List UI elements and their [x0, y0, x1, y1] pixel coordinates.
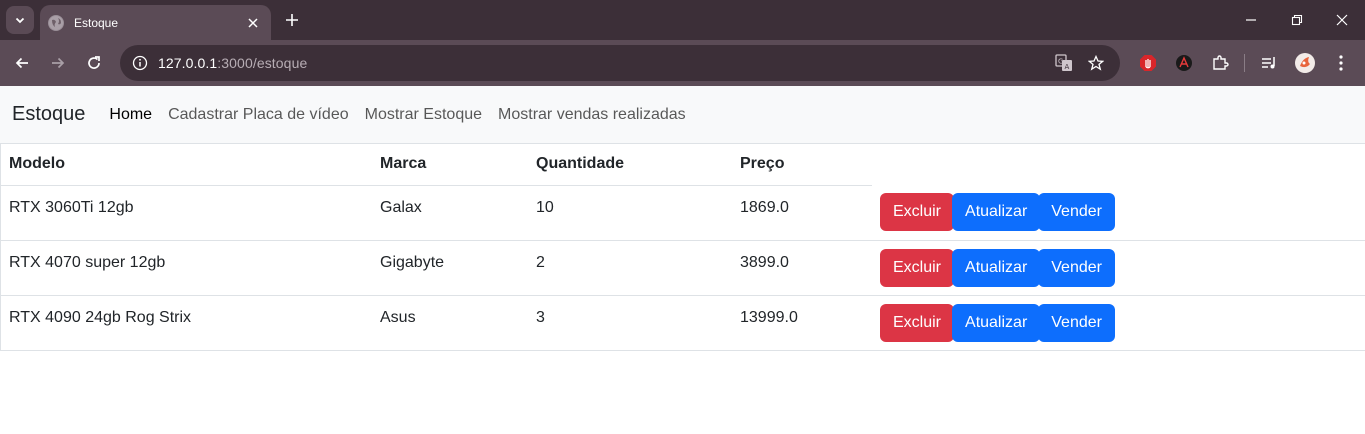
reload-button[interactable]	[80, 49, 108, 77]
arrow-right-icon	[52, 57, 65, 69]
chevron-down-icon	[15, 17, 25, 24]
reload-icon	[88, 56, 100, 69]
update-button[interactable]: Atualizar	[952, 303, 1041, 342]
browser-toolbar: 127.0.0.1:3000/estoque GA	[0, 40, 1365, 86]
new-tab-button[interactable]	[280, 8, 304, 32]
bookmark-star-icon[interactable]	[1080, 45, 1112, 81]
translate-icon[interactable]: GA	[1048, 45, 1080, 81]
column-header-preco: Preço	[732, 144, 872, 186]
profile-avatar[interactable]	[1287, 49, 1323, 77]
delete-button[interactable]: Excluir	[880, 303, 955, 342]
cell-preco: 3899.0	[732, 240, 872, 296]
column-header-marca: Marca	[372, 144, 528, 186]
arrow-left-icon	[15, 57, 28, 69]
stock-table: Modelo Marca Quantidade Preço RTX 3060Ti…	[1, 144, 1365, 351]
nav-link-vendas[interactable]: Mostrar vendas realizadas	[498, 106, 686, 124]
cell-preco: 1869.0	[732, 185, 872, 241]
kebab-menu-icon[interactable]	[1323, 49, 1359, 77]
browser-tabstrip: Estoque	[0, 0, 1365, 40]
puzzle-extensions-icon[interactable]	[1202, 49, 1238, 77]
nav-link-mostrar-estoque[interactable]: Mostrar Estoque	[365, 106, 482, 124]
plus-icon	[286, 14, 298, 26]
site-navbar: Estoque Home Cadastrar Placa de vídeo Mo…	[0, 86, 1365, 144]
sell-button[interactable]: Vender	[1038, 193, 1115, 231]
acrobat-extension-icon[interactable]	[1166, 49, 1202, 77]
browser-tab[interactable]: Estoque	[40, 5, 271, 40]
tab-search-button[interactable]	[6, 6, 34, 34]
svg-text:G: G	[1058, 58, 1063, 66]
cell-marca: Asus	[372, 295, 528, 351]
restore-button[interactable]	[1274, 0, 1320, 40]
tab-title: Estoque	[74, 15, 119, 30]
cell-modelo: RTX 4070 super 12gb	[1, 240, 372, 296]
restore-icon	[1291, 14, 1303, 26]
sell-button[interactable]: Vender	[1038, 303, 1115, 342]
table-header-row: Modelo Marca Quantidade Preço	[1, 144, 1365, 186]
delete-button[interactable]: Excluir	[880, 193, 955, 231]
minimize-icon	[1246, 19, 1256, 21]
stop-hand-extension-icon[interactable]	[1130, 49, 1166, 77]
info-icon[interactable]	[128, 51, 152, 75]
close-icon	[1336, 14, 1348, 26]
cell-quantidade: 10	[528, 185, 732, 241]
update-button[interactable]: Atualizar	[952, 248, 1041, 287]
extensions-bar	[1130, 49, 1359, 77]
delete-button[interactable]: Excluir	[880, 248, 955, 287]
table-row: RTX 3060Ti 12gb Galax 10 1869.0 Excluir A…	[1, 185, 1365, 241]
stock-table-wrapper: Modelo Marca Quantidade Preço RTX 3060Ti…	[0, 144, 1365, 351]
close-window-button[interactable]	[1319, 0, 1365, 40]
cell-modelo: RTX 3060Ti 12gb	[1, 185, 372, 241]
cell-modelo: RTX 4090 24gb Rog Strix	[1, 295, 372, 351]
cell-actions: Excluir Atualizar Vender	[872, 295, 1365, 351]
cell-quantidade: 3	[528, 295, 732, 351]
navbar-brand[interactable]: Estoque	[12, 103, 85, 126]
globe-icon	[48, 14, 64, 31]
nav-link-home[interactable]: Home	[109, 106, 152, 124]
address-bar[interactable]: 127.0.0.1:3000/estoque GA	[120, 45, 1120, 81]
cell-preco: 13999.0	[732, 295, 872, 351]
sell-button[interactable]: Vender	[1038, 248, 1115, 287]
cell-marca: Gigabyte	[372, 240, 528, 296]
url-text: 127.0.0.1:3000/estoque	[158, 55, 308, 71]
cell-actions: Excluir Atualizar Vender	[872, 185, 1365, 241]
toolbar-divider	[1244, 54, 1245, 72]
cell-marca: Galax	[372, 185, 528, 241]
back-button[interactable]	[8, 49, 36, 77]
column-header-actions	[872, 144, 1365, 185]
minimize-button[interactable]	[1228, 0, 1274, 40]
column-header-quantidade: Quantidade	[528, 144, 732, 186]
table-row: RTX 4090 24gb Rog Strix Asus 3 13999.0 E…	[1, 295, 1365, 351]
media-queue-icon[interactable]	[1251, 49, 1287, 77]
close-tab-icon[interactable]	[245, 15, 261, 31]
column-header-modelo: Modelo	[1, 144, 372, 186]
nav-link-cadastrar[interactable]: Cadastrar Placa de vídeo	[168, 106, 349, 124]
svg-text:A: A	[1065, 63, 1070, 71]
page-content: Estoque Home Cadastrar Placa de vídeo Mo…	[0, 86, 1365, 434]
update-button[interactable]: Atualizar	[952, 193, 1041, 231]
cell-quantidade: 2	[528, 240, 732, 296]
forward-button[interactable]	[44, 49, 72, 77]
table-row: RTX 4070 super 12gb Gigabyte 2 3899.0 Ex…	[1, 240, 1365, 296]
cell-actions: Excluir Atualizar Vender	[872, 240, 1365, 296]
